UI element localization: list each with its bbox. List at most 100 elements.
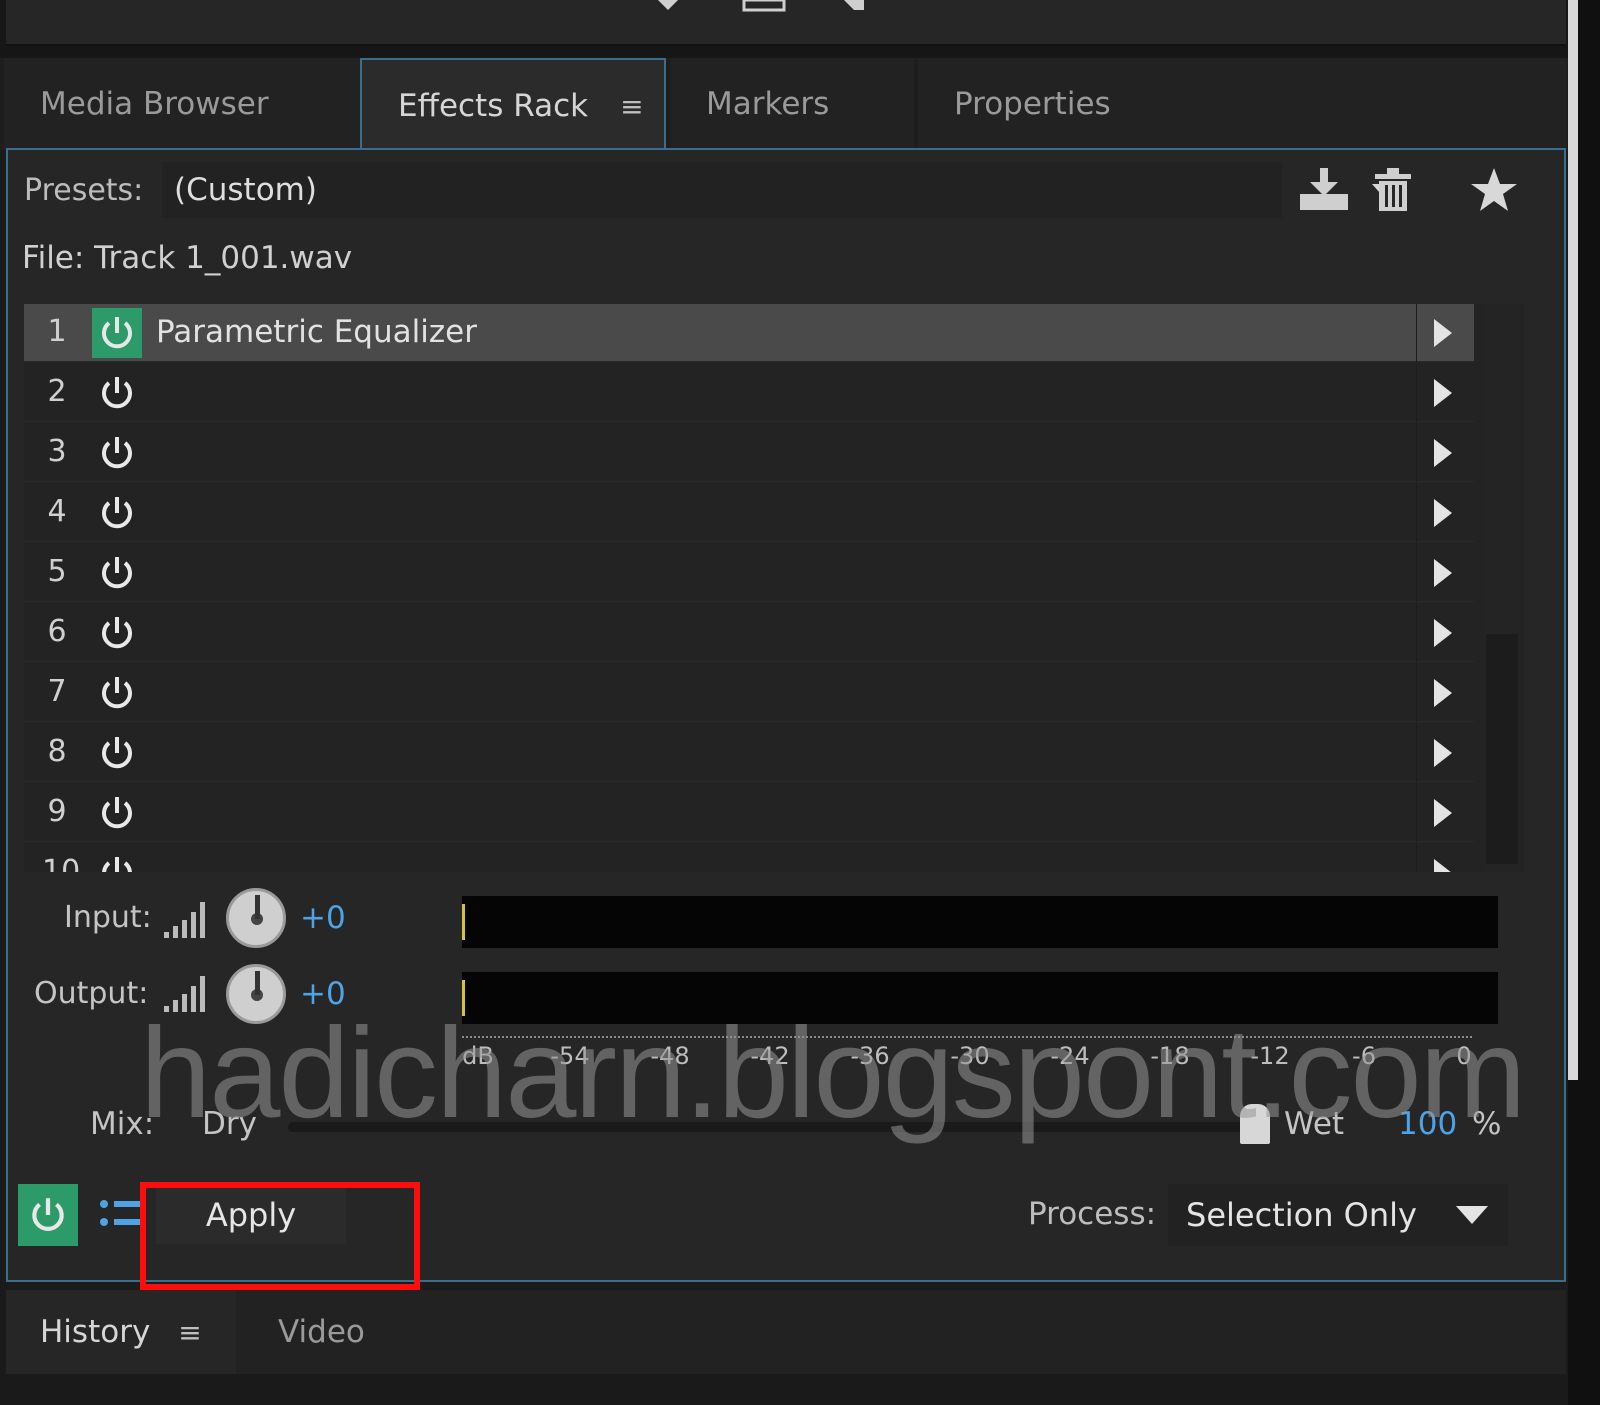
history-tab-bar: History ≡ Video	[0, 1290, 1600, 1405]
expand-arrow-icon[interactable]	[1416, 604, 1468, 662]
power-icon[interactable]	[92, 608, 142, 658]
list-icon[interactable]	[98, 1194, 142, 1234]
output-level-meter	[462, 972, 1498, 1024]
panel-tab-bar: Media Browser Effects Rack ≡ Markers Pro…	[0, 58, 1600, 152]
output-label: Output:	[34, 976, 149, 1011]
presets-value: (Custom)	[174, 172, 317, 208]
tab-label: Effects Rack	[398, 88, 589, 124]
tab-media-browser[interactable]: Media Browser	[4, 58, 360, 150]
star-icon[interactable]	[1466, 162, 1522, 218]
wet-label: Wet	[1284, 1106, 1345, 1142]
expand-arrow-icon[interactable]	[1416, 784, 1468, 842]
transport-bar	[0, 0, 1600, 58]
apply-highlight-box	[140, 1182, 420, 1290]
process-dropdown[interactable]: Selection Only	[1168, 1184, 1508, 1246]
rack-slot[interactable]: 6	[24, 604, 1474, 662]
output-gain-knob[interactable]	[226, 964, 286, 1024]
expand-arrow-icon[interactable]	[1416, 664, 1468, 722]
rack-slot[interactable]: 8	[24, 724, 1474, 782]
slot-number: 6	[47, 614, 67, 649]
mix-unit: %	[1472, 1106, 1502, 1142]
db-tick-label: -36	[850, 1042, 890, 1070]
window-edge	[1568, 0, 1600, 1405]
db-tick-label: -12	[1250, 1042, 1290, 1070]
tab-label: History	[40, 1314, 151, 1350]
power-icon[interactable]	[92, 428, 142, 478]
process-value: Selection Only	[1186, 1196, 1417, 1234]
panel-menu-icon[interactable]: ≡	[178, 1316, 201, 1349]
tab-video[interactable]: Video	[278, 1290, 365, 1374]
chevron-down-icon	[1456, 1206, 1488, 1224]
scrollbar-thumb[interactable]	[1486, 634, 1518, 864]
mix-slider-thumb[interactable]	[1240, 1104, 1270, 1144]
output-gain-value[interactable]: +0	[300, 976, 346, 1012]
db-tick-label: -24	[1050, 1042, 1090, 1070]
expand-arrow-icon[interactable]	[1416, 484, 1468, 542]
tab-history[interactable]: History ≡	[6, 1290, 236, 1374]
peak-marker	[462, 980, 465, 1016]
effects-rack-panel: Presets: (Custom) File: Track 1_001.wav …	[6, 148, 1566, 1282]
rack-scrollbar[interactable]	[1482, 304, 1522, 872]
mix-label: Mix:	[90, 1106, 155, 1142]
rack-slot[interactable]: 2	[24, 364, 1474, 422]
input-gain-knob[interactable]	[226, 888, 286, 948]
panel-menu-icon[interactable]: ≡	[620, 90, 643, 123]
mix-slider[interactable]	[288, 1122, 1258, 1132]
power-icon[interactable]	[92, 548, 142, 598]
window-edge-strip	[1568, 0, 1578, 1080]
rack-slot[interactable]: 3	[24, 424, 1474, 482]
rack-slot[interactable]: 10	[24, 844, 1474, 872]
slot-number: 7	[47, 674, 67, 709]
db-tick-label: -18	[1150, 1042, 1190, 1070]
level-bars-icon	[164, 976, 205, 1012]
tab-label: Properties	[954, 86, 1111, 122]
rack-slot[interactable]: 7	[24, 664, 1474, 722]
tab-markers[interactable]: Markers	[670, 58, 914, 150]
mix-value[interactable]: 100	[1398, 1106, 1457, 1142]
db-tick-label: dB	[462, 1042, 494, 1070]
rack-slot[interactable]: 5	[24, 544, 1474, 602]
tab-effects-rack[interactable]: Effects Rack ≡	[360, 58, 666, 152]
db-scale	[462, 1022, 1472, 1038]
tab-properties[interactable]: Properties	[918, 58, 1566, 150]
expand-arrow-icon[interactable]	[1416, 424, 1468, 482]
trash-icon[interactable]	[1368, 162, 1418, 218]
stop-icon[interactable]	[740, 0, 790, 12]
expand-arrow-icon[interactable]	[1416, 544, 1468, 602]
slot-number: 10	[42, 854, 81, 872]
expand-arrow-icon[interactable]	[1416, 364, 1468, 422]
power-icon[interactable]	[92, 368, 142, 418]
slot-number: 4	[47, 494, 67, 529]
slot-number: 1	[47, 314, 67, 349]
level-bars-icon	[164, 902, 205, 938]
history-tab-strip	[6, 1290, 1566, 1374]
mix-row: Mix: Dry Wet 100 %	[8, 1100, 1548, 1160]
speaker-icon[interactable]	[840, 0, 890, 12]
power-icon[interactable]	[92, 668, 142, 718]
expand-arrow-icon[interactable]	[1416, 724, 1468, 782]
expand-arrow-icon[interactable]	[1416, 844, 1468, 872]
peak-marker	[462, 904, 465, 940]
power-icon[interactable]	[92, 788, 142, 838]
power-icon[interactable]	[92, 488, 142, 538]
presets-dropdown[interactable]: (Custom)	[162, 162, 1404, 218]
db-tick-label: -6	[1352, 1042, 1376, 1070]
db-tick-label: 0	[1456, 1042, 1472, 1070]
input-gain-value[interactable]: +0	[300, 900, 346, 936]
play-icon[interactable]	[650, 0, 690, 12]
rack-slot[interactable]: 4	[24, 484, 1474, 542]
tab-label: Media Browser	[40, 86, 269, 122]
save-preset-icon[interactable]	[1294, 162, 1354, 218]
rack-slot[interactable]: 1 Parametric Equalizer	[24, 304, 1474, 362]
slot-number: 2	[47, 374, 67, 409]
power-icon[interactable]	[92, 728, 142, 778]
slot-number: 3	[47, 434, 67, 469]
expand-arrow-icon[interactable]	[1416, 304, 1468, 362]
slot-number: 8	[47, 734, 67, 769]
power-icon[interactable]	[92, 848, 142, 872]
presets-row: Presets: (Custom)	[16, 158, 1554, 222]
power-icon[interactable]	[18, 1184, 78, 1246]
rack-slot[interactable]: 9	[24, 784, 1474, 842]
power-icon[interactable]	[92, 308, 142, 358]
file-label: File: Track 1_001.wav	[22, 240, 353, 276]
